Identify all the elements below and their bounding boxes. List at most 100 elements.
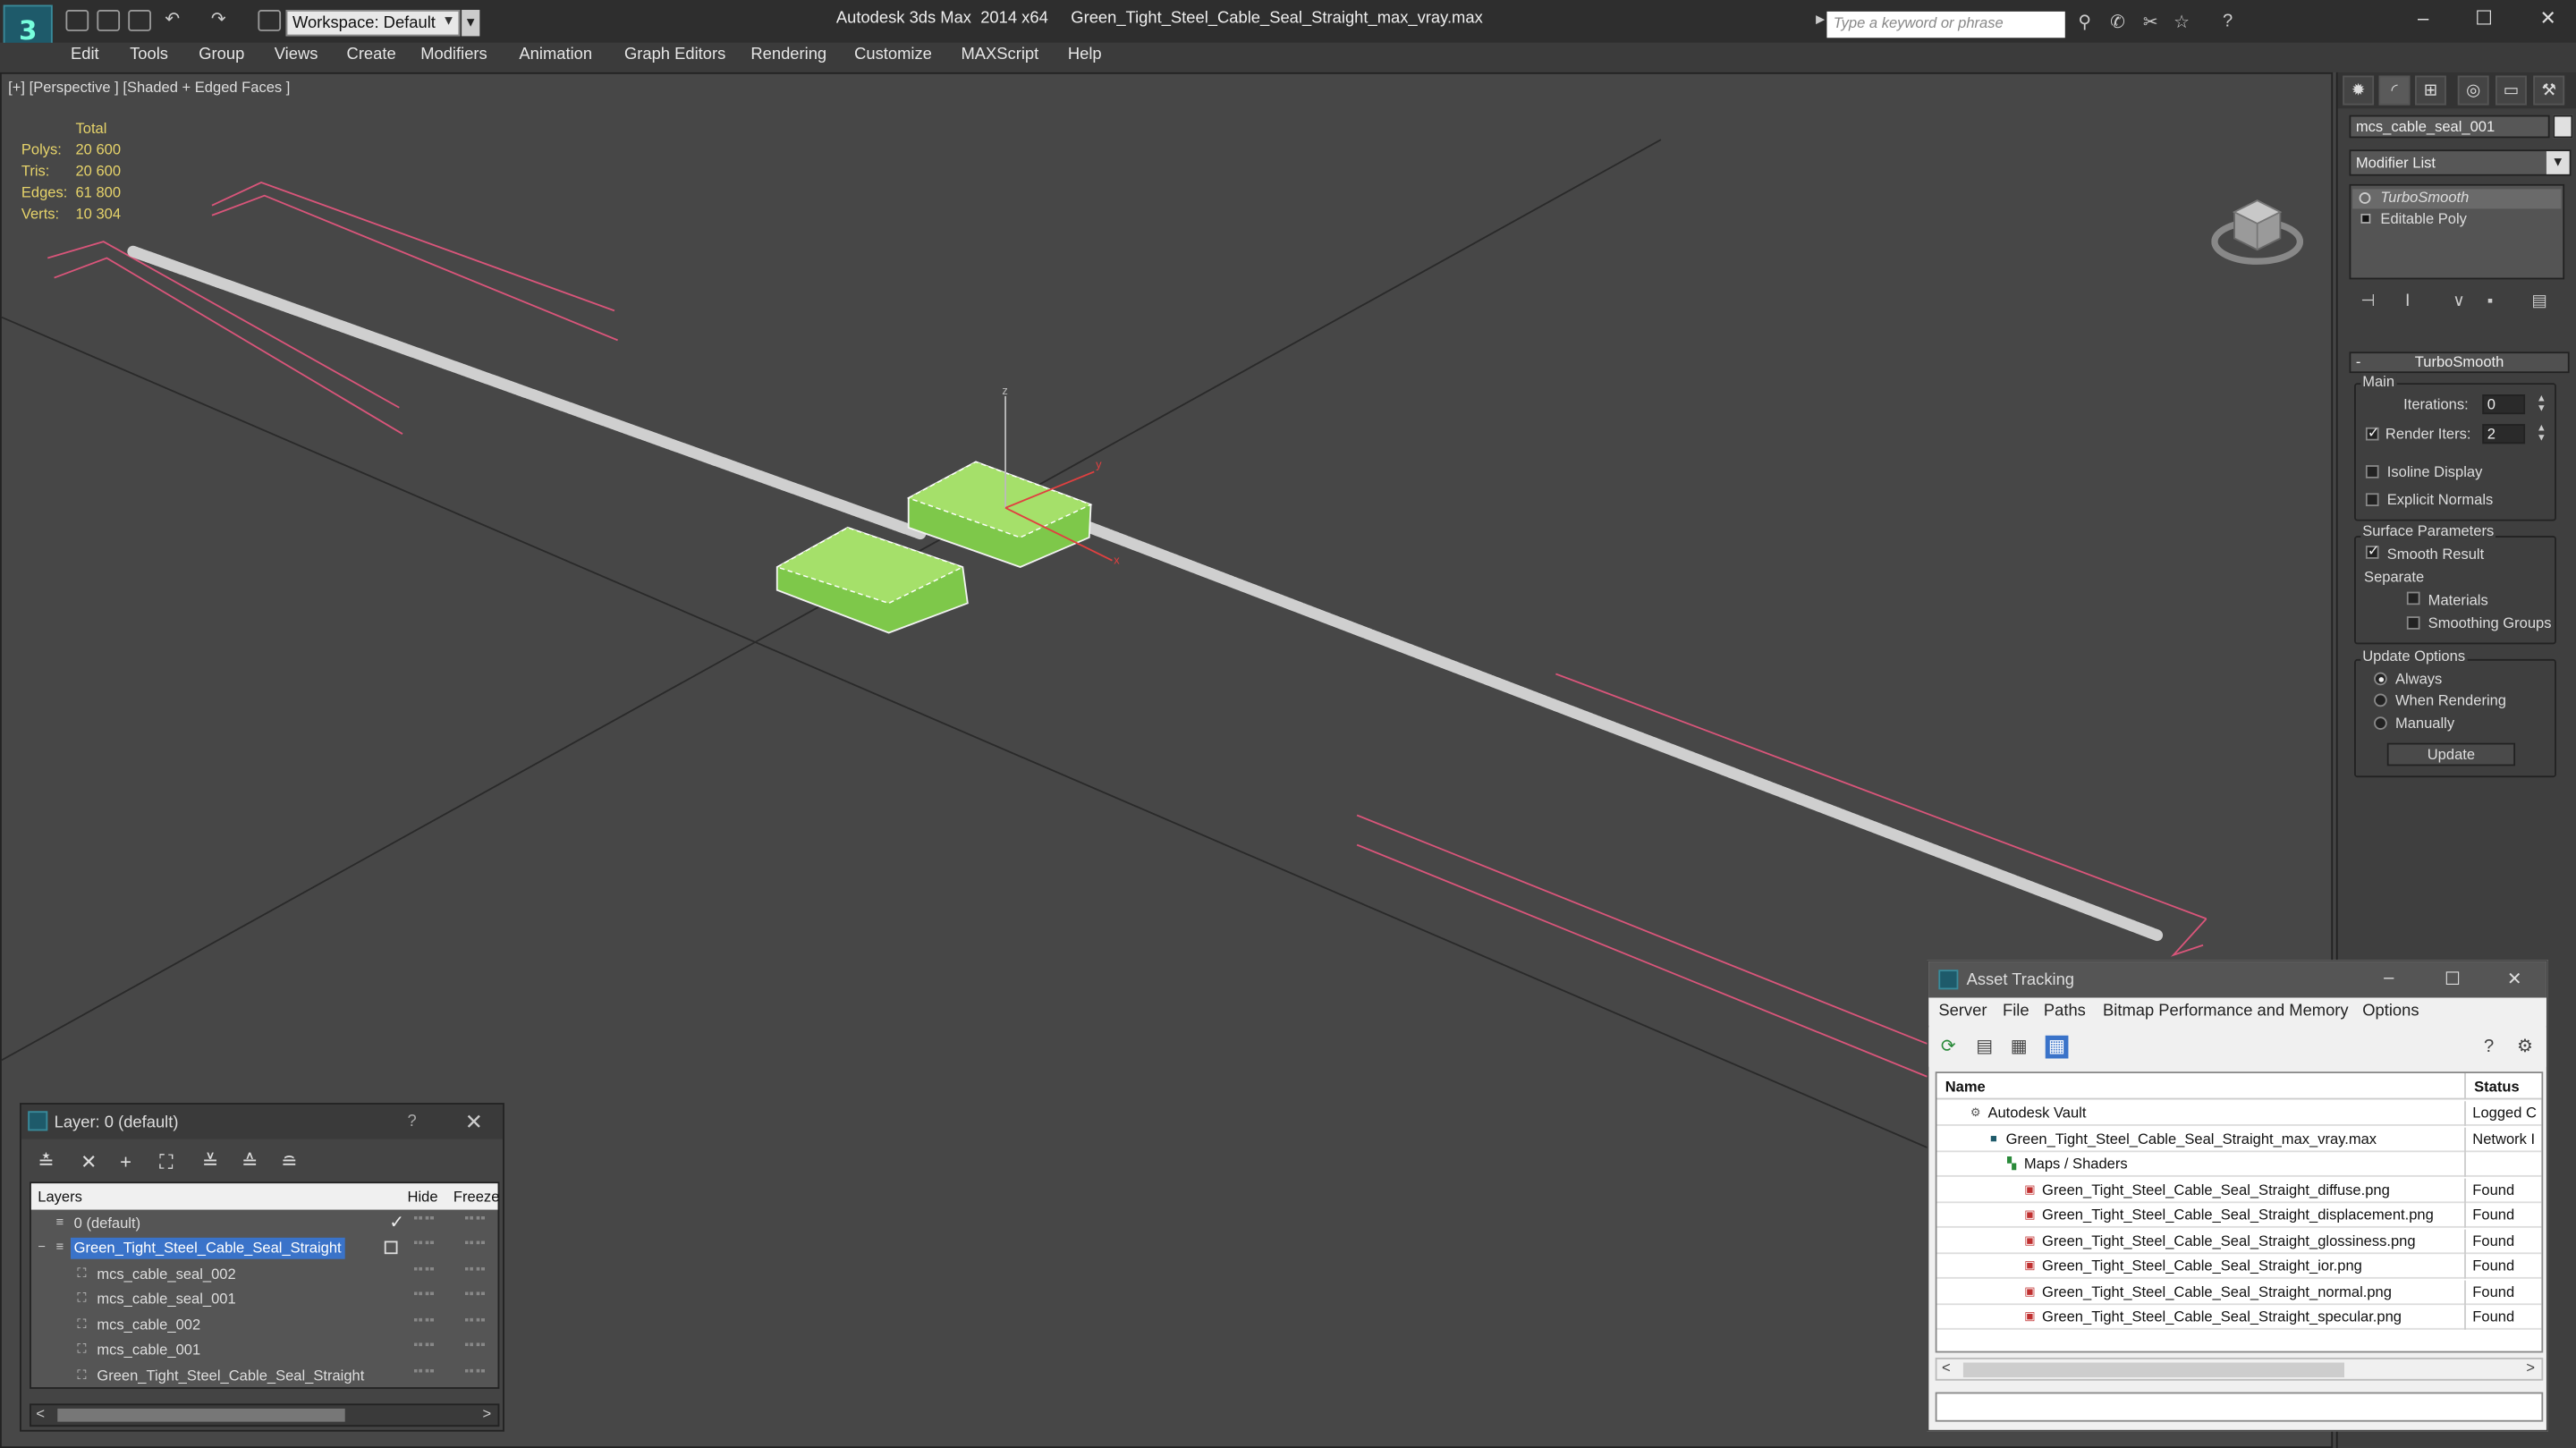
expand-icon[interactable] — [2360, 213, 2371, 224]
menu-create[interactable]: Create — [347, 46, 396, 64]
spinner-arrows-icon[interactable]: ▲ ▼ — [2537, 424, 2548, 444]
scrollbar-thumb[interactable] — [57, 1408, 345, 1422]
layer-horizontal-scrollbar[interactable]: < > — [30, 1403, 500, 1427]
layer-row[interactable]: − ≡ Green_Tight_Steel_Cable_Seal_Straigh… — [31, 1236, 498, 1261]
make-unique-icon[interactable]: ∨ — [2453, 292, 2464, 310]
add-to-layer-icon[interactable]: + — [120, 1150, 131, 1173]
delete-layer-icon[interactable]: ✕ — [80, 1150, 97, 1173]
set-active-layer-box[interactable] — [384, 1241, 398, 1255]
minimize-icon[interactable]: – — [2384, 968, 2394, 987]
scroll-left-icon[interactable]: < — [1942, 1359, 1951, 1376]
hide-toggle[interactable] — [413, 1215, 434, 1220]
asset-row[interactable]: ▣ Green_Tight_Steel_Cable_Seal_Straight_d… — [1936, 1177, 2542, 1203]
close-icon[interactable]: ✕ — [465, 1109, 483, 1135]
subscription-icon[interactable]: ✂ — [2139, 12, 2162, 35]
layer-row[interactable]: ⛶ mcs_cable_001 — [31, 1338, 498, 1363]
hierarchy-tab-icon[interactable]: ⊞ — [2414, 75, 2446, 106]
communication-center-icon[interactable]: ✆ — [2106, 12, 2130, 35]
help-icon[interactable]: ? — [408, 1113, 417, 1130]
freeze-toggle[interactable] — [464, 1215, 485, 1220]
menu-rendering[interactable]: Rendering — [750, 46, 826, 64]
object-name-field[interactable]: mcs_cable_seal_001 — [2349, 114, 2550, 139]
maximize-icon[interactable]: ☐ — [2445, 968, 2461, 989]
asset-row[interactable]: ▣ Green_Tight_Steel_Cable_Seal_Straight_i… — [1936, 1254, 2542, 1279]
hide-toggle[interactable] — [413, 1241, 434, 1245]
new-file-icon[interactable] — [65, 10, 89, 31]
search-input[interactable]: Type a keyword or phrase — [1826, 11, 2065, 38]
menu-help[interactable]: Help — [1068, 46, 1102, 64]
materials-checkbox[interactable] — [2406, 591, 2420, 605]
favorites-star-icon[interactable]: ☆ — [2170, 12, 2193, 35]
column-divider[interactable] — [2464, 1073, 2466, 1100]
active-layer-check-icon[interactable]: ✓ — [389, 1211, 404, 1232]
scroll-right-icon[interactable]: > — [2526, 1359, 2535, 1376]
layer-row[interactable]: ≡ 0 (default) ✓ — [31, 1211, 498, 1236]
layer-manager-title-bar[interactable]: Layer: 0 (default) ? ✕ — [21, 1104, 504, 1139]
quick-access-menu-icon[interactable]: ▼ — [462, 10, 480, 37]
table-view-icon[interactable]: ▦ — [2007, 1036, 2030, 1059]
freeze-toggle[interactable] — [464, 1266, 485, 1271]
scrollbar-thumb[interactable] — [1962, 1362, 2345, 1378]
render-iters-checkbox[interactable] — [2365, 424, 2380, 442]
menu-graph-editors[interactable]: Graph Editors — [624, 46, 725, 64]
help-icon[interactable]: ? — [2216, 12, 2240, 35]
explicit-normals-checkbox[interactable] — [2365, 493, 2379, 507]
hide-toggle[interactable] — [413, 1368, 434, 1373]
menu-customize[interactable]: Customize — [854, 46, 932, 64]
manually-radio[interactable] — [2374, 716, 2387, 730]
menu-bitmap-performance[interactable]: Bitmap Performance and Memory — [2103, 1003, 2349, 1020]
column-name[interactable]: Name — [1945, 1079, 1986, 1095]
when-rendering-radio[interactable] — [2374, 693, 2387, 707]
modifier-list-dropdown[interactable]: Modifier List ▼ — [2349, 149, 2572, 176]
light-bulb-icon[interactable] — [2359, 192, 2371, 204]
column-freeze[interactable]: Freeze — [453, 1189, 499, 1205]
asset-row[interactable]: ▣ Green_Tight_Steel_Cable_Seal_Straight_n… — [1936, 1279, 2542, 1305]
hide-all-layers-icon[interactable]: ≙ — [242, 1150, 258, 1173]
update-button[interactable]: Update — [2386, 742, 2516, 766]
redo-icon[interactable]: ↷ — [207, 8, 230, 31]
select-objects-icon[interactable]: ⛶ — [159, 1150, 173, 1175]
object-color-swatch[interactable] — [2553, 114, 2573, 139]
turbosmooth-rollout-header[interactable]: - TurboSmooth — [2349, 351, 2570, 374]
freeze-toggle[interactable] — [464, 1241, 485, 1245]
layer-row[interactable]: ⛶ mcs_cable_002 — [31, 1313, 498, 1338]
menu-edit[interactable]: Edit — [71, 46, 99, 64]
hide-toggle[interactable] — [413, 1266, 434, 1271]
modify-tab-icon[interactable]: ◜ — [2378, 75, 2411, 106]
smoothing-groups-checkbox[interactable] — [2406, 616, 2420, 630]
asset-tracking-title-bar[interactable]: Asset Tracking – ☐ ✕ — [1928, 961, 2546, 998]
workspace-dropdown[interactable]: Workspace: Default ▼ — [285, 10, 461, 37]
utilities-tab-icon[interactable]: ⚒ — [2533, 75, 2565, 106]
smooth-result-checkbox[interactable] — [2365, 542, 2380, 561]
column-status[interactable]: Status — [2474, 1079, 2520, 1095]
create-layer-icon[interactable]: ≛ — [38, 1150, 54, 1173]
asset-row[interactable]: ⚙ Autodesk Vault Logged C — [1936, 1101, 2542, 1126]
maximize-icon[interactable]: ☐ — [2461, 6, 2506, 36]
list-view-icon[interactable]: ▤ — [1973, 1036, 1996, 1059]
project-folder-icon[interactable] — [258, 10, 282, 31]
freeze-toggle[interactable] — [464, 1342, 485, 1347]
motion-tab-icon[interactable]: ◎ — [2457, 75, 2489, 106]
hide-toggle[interactable] — [413, 1342, 434, 1347]
grid-view-icon[interactable]: ▦ — [2045, 1035, 2069, 1059]
viewcube-icon[interactable] — [2211, 186, 2304, 272]
menu-tools[interactable]: Tools — [130, 46, 168, 64]
binoculars-icon[interactable]: ⚲ — [2073, 12, 2097, 35]
close-icon[interactable]: ✕ — [2507, 968, 2522, 989]
always-radio[interactable] — [2374, 672, 2387, 686]
settings-icon[interactable]: ⚙ — [2513, 1036, 2537, 1059]
refresh-icon[interactable]: ⟳ — [1937, 1036, 1961, 1059]
asset-path-field[interactable] — [1935, 1392, 2544, 1422]
asset-horizontal-scrollbar[interactable]: < > — [1935, 1357, 2544, 1381]
viewport-label[interactable]: [+] [Perspective ] [Shaded + Edged Faces… — [8, 79, 290, 95]
scroll-right-icon[interactable]: > — [483, 1405, 492, 1421]
layer-row[interactable]: ⛶ mcs_cable_seal_001 — [31, 1287, 498, 1312]
asset-row[interactable]: ▣ Green_Tight_Steel_Cable_Seal_Straight_d… — [1936, 1203, 2542, 1228]
minimize-icon[interactable]: – — [2400, 6, 2445, 36]
open-file-icon[interactable] — [97, 10, 121, 31]
freeze-all-layers-icon[interactable]: ≘ — [281, 1150, 297, 1173]
remove-modifier-icon[interactable]: ▪ — [2487, 292, 2494, 310]
menu-modifiers[interactable]: Modifiers — [420, 46, 487, 64]
asset-row[interactable]: ▚ Maps / Shaders — [1936, 1152, 2542, 1177]
layer-row[interactable]: ⛶ Green_Tight_Steel_Cable_Seal_Straight — [31, 1364, 498, 1389]
